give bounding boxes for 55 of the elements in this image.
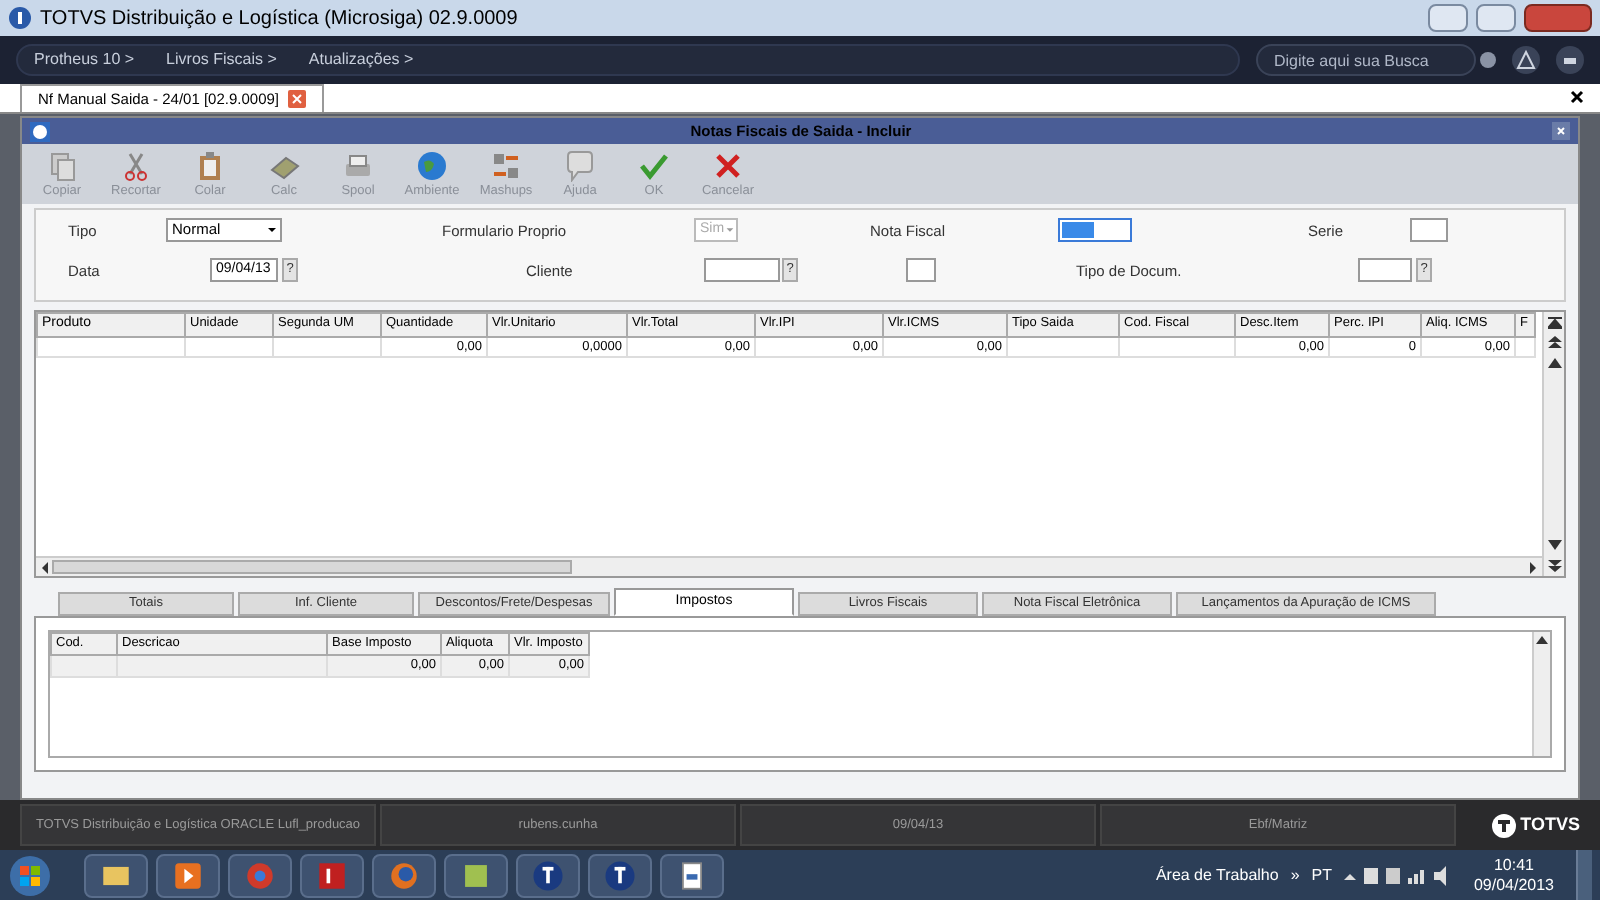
desktop-label[interactable]: Área de Trabalho: [1155, 863, 1279, 887]
close-icon[interactable]: [1570, 90, 1584, 104]
mashup-icon: [490, 149, 522, 181]
taskbar-app-icon[interactable]: [588, 853, 652, 897]
table-cell: [51, 655, 117, 677]
app-icon: [8, 6, 32, 30]
restore-button[interactable]: [1476, 4, 1516, 32]
checkmark-icon: [638, 149, 670, 181]
tray-icons[interactable]: [1344, 865, 1452, 885]
copy-icon: [46, 149, 78, 181]
app-icon: [30, 121, 50, 141]
search-icon[interactable]: [1480, 52, 1496, 68]
chevron-icon[interactable]: »: [1290, 863, 1300, 887]
breadcrumb-link[interactable]: Atualizações >: [308, 48, 414, 72]
page-up-icon[interactable]: [1547, 336, 1561, 350]
right-arrow-icon[interactable]: [1526, 561, 1538, 573]
left-arrow-icon[interactable]: [40, 561, 52, 573]
down-arrow-icon[interactable]: [1547, 538, 1561, 552]
up-arrow-icon[interactable]: [1547, 356, 1561, 370]
cross-icon: [712, 149, 744, 181]
taskbar-app-icon[interactable]: [156, 853, 220, 897]
scrollbar-thumb[interactable]: [52, 560, 572, 574]
invoice-number-field[interactable]: [1058, 218, 1132, 242]
printer-icon: [342, 149, 374, 181]
window-title: TOTVS Distribuição e Logística (Microsiga) 02.9.0009: [40, 5, 518, 33]
clock-date[interactable]: 09/04/2013: [1473, 875, 1555, 895]
document-type-field[interactable]: [1358, 258, 1412, 282]
top-arrow-icon[interactable]: [1547, 316, 1561, 330]
horizontal-scrollbar[interactable]: [36, 556, 1542, 576]
taskbar-app-icon[interactable]: [444, 853, 508, 897]
up-arrow-icon[interactable]: [1536, 634, 1548, 646]
breadcrumb-link[interactable]: Protheus 10 >: [34, 48, 135, 72]
clock-time[interactable]: 10:41: [1493, 855, 1535, 875]
minimize-button[interactable]: [1428, 4, 1468, 32]
logo-icon: [1492, 813, 1517, 837]
help-bubble-icon: [564, 149, 596, 181]
taskbar-app-icon[interactable]: [516, 853, 580, 897]
start-button[interactable]: [8, 853, 52, 897]
logo-text: TOTVS: [1520, 811, 1580, 838]
search-field[interactable]: Digite aqui sua Busca: [1256, 44, 1476, 76]
page-down-icon[interactable]: [1547, 558, 1561, 572]
taskbar-app-icon[interactable]: [660, 853, 724, 897]
breadcrumb-link[interactable]: Livros Fiscais >: [166, 48, 277, 72]
client-field[interactable]: [704, 258, 780, 282]
close-button[interactable]: [1524, 4, 1592, 32]
vertical-scrollbar[interactable]: [1542, 312, 1564, 576]
series-field[interactable]: [1410, 218, 1448, 242]
language-indicator[interactable]: PT: [1311, 863, 1332, 887]
scissors-icon: [120, 149, 152, 181]
warning-icon[interactable]: [1512, 46, 1540, 74]
store-field[interactable]: [906, 258, 936, 282]
globe-icon: [416, 149, 448, 181]
vertical-scrollbar[interactable]: [1532, 632, 1550, 756]
taskbar-app-icon[interactable]: [84, 853, 148, 897]
clipboard-icon: [194, 149, 226, 181]
